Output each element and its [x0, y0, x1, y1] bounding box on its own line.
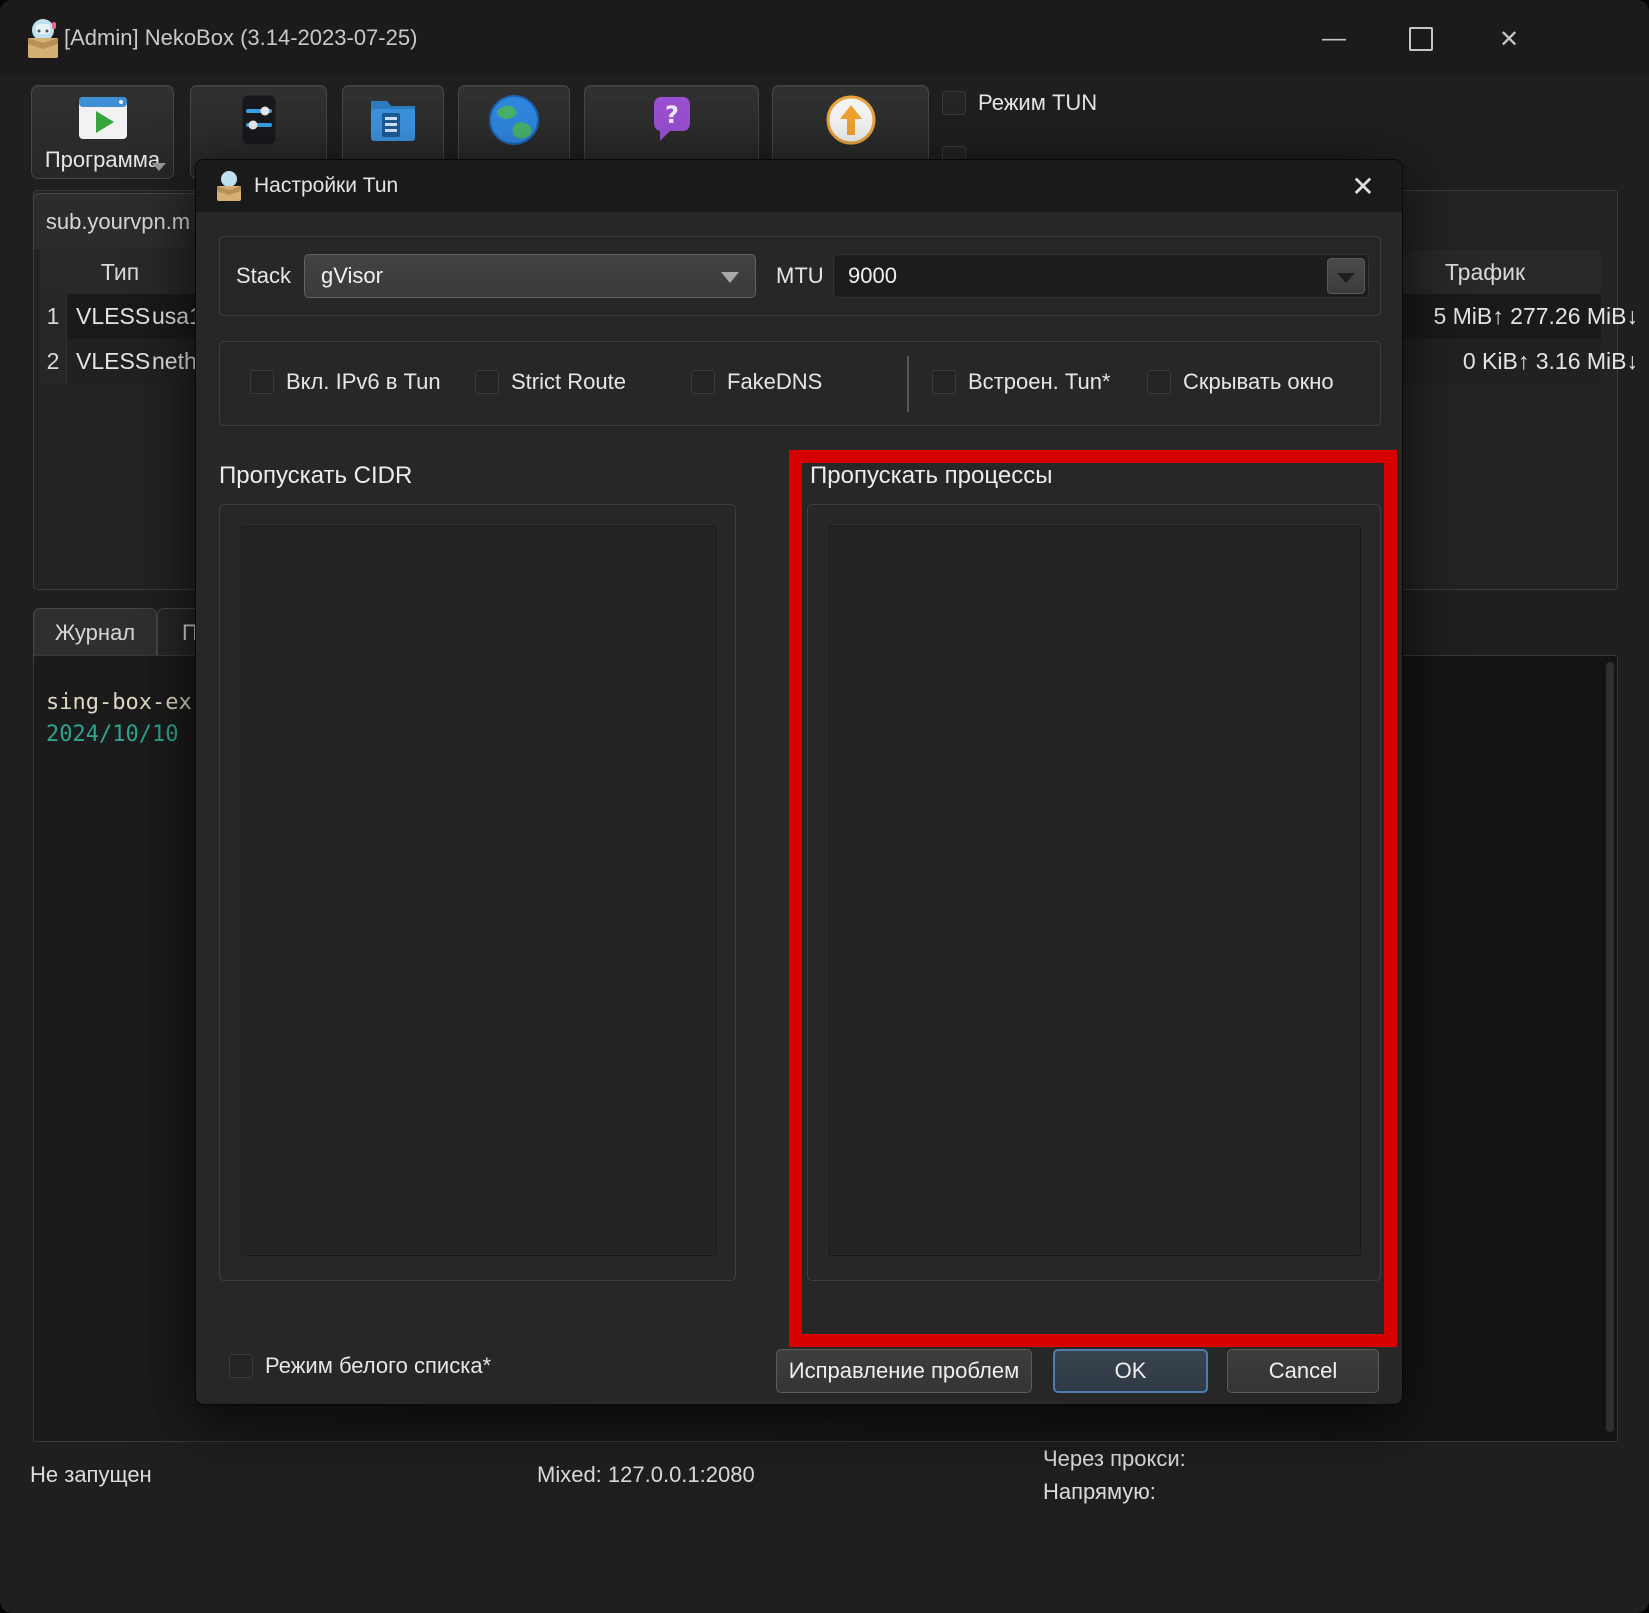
chevron-down-icon: [1337, 273, 1355, 283]
cidr-list-label: Пропускать CIDR: [219, 462, 412, 490]
cancel-button[interactable]: Cancel: [1227, 1349, 1379, 1393]
processes-list[interactable]: [829, 526, 1361, 1256]
row-number: 1: [40, 294, 67, 339]
dialog-titlebar[interactable]: Настройки Tun ✕: [196, 160, 1402, 212]
cidr-groupbox: [219, 504, 736, 1281]
checkbox-whitelist-mode[interactable]: Режим белого списка*: [229, 1353, 491, 1379]
fix-problems-button[interactable]: Исправление проблем: [776, 1349, 1032, 1393]
sliders-settings-icon: [236, 93, 282, 147]
checkbox-fakedns[interactable]: FakeDNS: [691, 369, 822, 395]
checkbox-embedded-tun-label: Встроен. Tun*: [968, 369, 1110, 395]
status-run-state: Не запущен: [30, 1462, 152, 1488]
checkbox-fakedns-label: FakeDNS: [727, 369, 822, 395]
globe-routing-icon: [487, 93, 541, 147]
tab-journal[interactable]: Журнал: [33, 608, 157, 657]
log-line: sing-box-ex: [46, 690, 192, 715]
checkbox-whitelist-label: Режим белого списка*: [265, 1353, 491, 1379]
dialog-close-button[interactable]: ✕: [1338, 165, 1388, 207]
tun-mode-checkbox-label: Режим TUN: [978, 90, 1097, 116]
mtu-label: MTU: [776, 254, 824, 298]
folder-servers-icon: [365, 93, 421, 145]
tun-mode-checkbox[interactable]: Режим TUN: [942, 90, 1097, 116]
window-title: [Admin] NekoBox (3.14-2023-07-25): [64, 0, 417, 75]
column-header-type[interactable]: Тип: [55, 250, 185, 294]
row-type: VLESS: [76, 294, 150, 339]
row-number: 2: [40, 339, 67, 384]
window-titlebar[interactable]: [Admin] NekoBox (3.14-2023-07-25) — ✕: [0, 0, 1649, 75]
checkbox-strict-route-box: [475, 370, 499, 394]
dialog-app-icon: [213, 169, 245, 203]
screenshot-stage: [Admin] NekoBox (3.14-2023-07-25) — ✕ Пр…: [0, 0, 1649, 1613]
maximize-icon: [1409, 27, 1433, 51]
checkbox-whitelist-box: [229, 1354, 253, 1378]
app-window-play-icon: [74, 93, 132, 143]
update-circle-icon: [824, 93, 878, 147]
dialog-title: Настройки Tun: [254, 160, 398, 212]
close-button[interactable]: ✕: [1480, 20, 1538, 58]
status-via-proxy: Через прокси:: [1043, 1446, 1186, 1472]
log-line: 2024/10/10: [46, 722, 178, 747]
help-bubble-icon: ?: [646, 93, 698, 147]
main-window: [Admin] NekoBox (3.14-2023-07-25) — ✕ Пр…: [0, 0, 1649, 1613]
checkbox-embedded-tun[interactable]: Встроен. Tun*: [932, 369, 1110, 395]
processes-groupbox: [807, 504, 1381, 1281]
svg-text:?: ?: [665, 101, 679, 129]
checkbox-hide-window-label: Скрывать окно: [1183, 369, 1334, 395]
ok-button[interactable]: OK: [1053, 1349, 1208, 1393]
checkbox-strict-route[interactable]: Strict Route: [475, 369, 626, 395]
subscription-tab[interactable]: sub.yourvpn.m: [33, 193, 203, 249]
status-inbound: Mixed: 127.0.0.1:2080: [537, 1462, 755, 1488]
maximize-button[interactable]: [1392, 20, 1450, 58]
checkbox-embedded-tun-box: [932, 370, 956, 394]
checkbox-ipv6-box: [250, 370, 274, 394]
checkbox-hide-window-box: [1147, 370, 1171, 394]
checkbox-ipv6-label: Вкл. IPv6 в Tun: [286, 369, 441, 395]
tun-settings-dialog: Настройки Tun ✕ Stack gVisor MTU 9000: [195, 159, 1403, 1405]
column-header-traffic[interactable]: Трафик: [1395, 250, 1575, 294]
cidr-list[interactable]: [241, 526, 716, 1256]
checkbox-hide-window[interactable]: Скрывать окно: [1147, 369, 1334, 395]
status-direct: Напрямую:: [1043, 1479, 1156, 1505]
checkbox-strict-route-label: Strict Route: [511, 369, 626, 395]
row-type: VLESS: [76, 339, 150, 384]
tun-mode-checkbox-box: [942, 91, 966, 115]
stack-label: Stack: [236, 254, 291, 298]
chevron-down-icon: [721, 272, 739, 283]
mtu-combobox-value: 9000: [848, 255, 897, 297]
stack-select[interactable]: gVisor: [304, 254, 756, 298]
row-traffic: 0 KiB↑ 3.16 MiB↓: [1400, 339, 1638, 384]
program-button[interactable]: Программа: [31, 85, 174, 179]
minimize-button[interactable]: —: [1305, 20, 1363, 58]
row-traffic: 5 MiB↑ 277.26 MiB↓: [1400, 294, 1638, 339]
chevron-down-icon: [152, 163, 166, 171]
stack-select-value: gVisor: [321, 255, 383, 297]
tab-journal-label: Журнал: [55, 620, 135, 646]
mtu-dropdown-button[interactable]: [1327, 258, 1365, 294]
subscription-tab-label: sub.yourvpn.m: [46, 209, 190, 235]
mtu-combobox[interactable]: 9000: [833, 254, 1369, 298]
processes-list-label: Пропускать процессы: [810, 462, 1052, 490]
nekobox-app-icon: [22, 16, 64, 60]
checkbox-fakedns-box: [691, 370, 715, 394]
log-scrollbar[interactable]: [1606, 662, 1614, 1432]
checkbox-ipv6[interactable]: Вкл. IPv6 в Tun: [250, 369, 441, 395]
options-separator: [907, 356, 909, 412]
